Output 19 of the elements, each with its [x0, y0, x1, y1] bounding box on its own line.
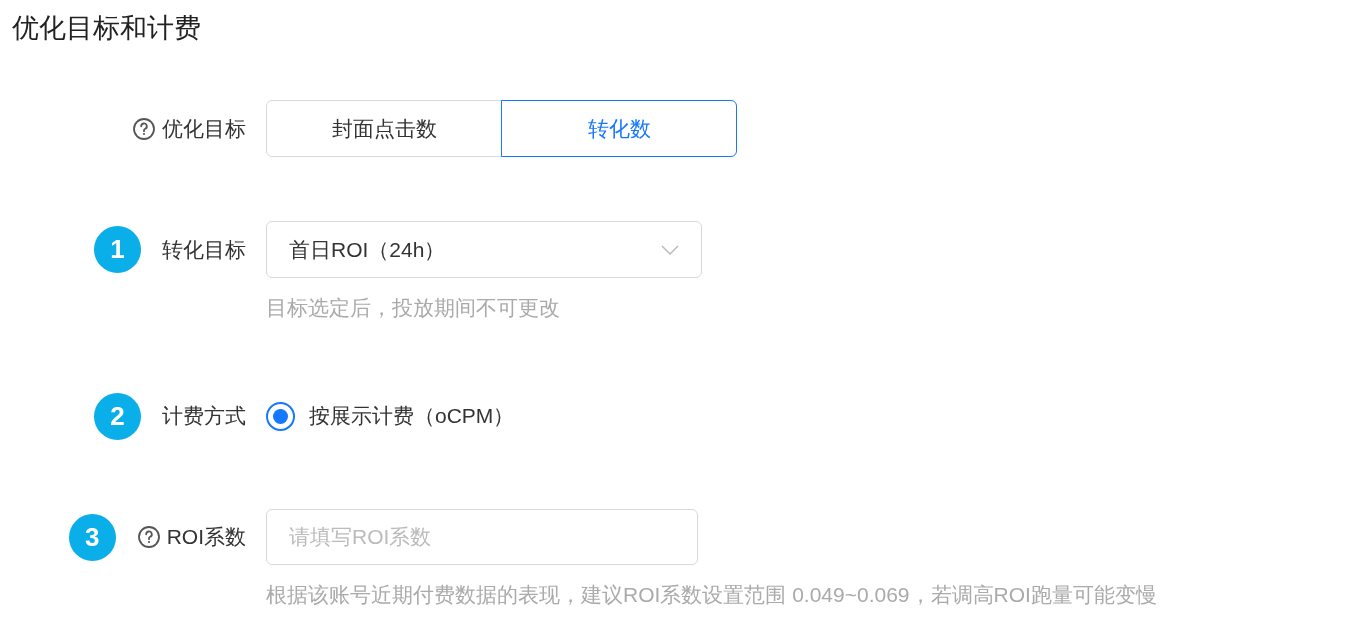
segment-tab[interactable]: 封面点击数	[266, 100, 502, 157]
radio-button[interactable]	[266, 401, 295, 431]
field-label: 优化目标	[162, 115, 246, 142]
field-label: ROI系数	[166, 524, 246, 551]
field-label: 计费方式	[162, 403, 246, 430]
help-icon[interactable]	[132, 116, 156, 141]
input-field[interactable]: 请填写ROI系数	[266, 508, 698, 565]
hint-text: 根据该账号近期付费数据的表现，建议ROI系数设置范围 0.049~0.069，若调高ROI跑量可能变慢	[266, 581, 1157, 608]
step-marker: 1	[94, 226, 141, 273]
segment-tab[interactable]: 转化数	[501, 100, 737, 157]
chevron-down-icon	[661, 244, 679, 255]
help-icon[interactable]	[136, 525, 161, 549]
radio-label: 按展示计费（oCPM）	[309, 403, 515, 430]
step-marker: 2	[94, 392, 141, 440]
field-label: 转化目标	[162, 236, 246, 263]
section-title: 优化目标和计费	[12, 12, 202, 45]
hint-text: 目标选定后，投放期间不可更改	[266, 295, 561, 321]
step-marker: 3	[68, 513, 116, 561]
select-field[interactable]: 首日ROI（24h）	[266, 221, 702, 278]
